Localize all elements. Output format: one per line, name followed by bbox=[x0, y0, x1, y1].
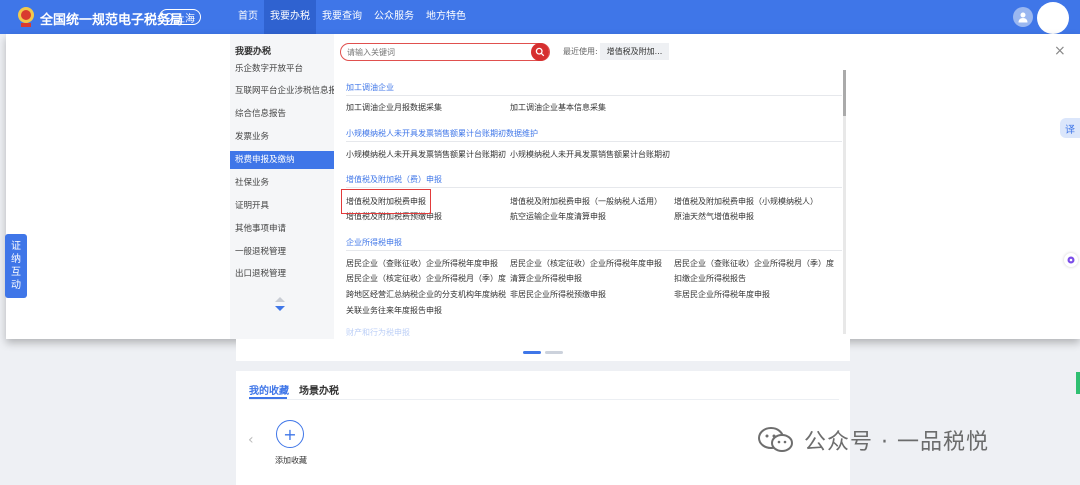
sidebar-item-export-refund[interactable]: 出口退税管理 bbox=[230, 265, 334, 283]
wechat-watermark: 公众号 · 一品税悦 bbox=[756, 424, 989, 456]
nav-home[interactable]: 首页 bbox=[232, 0, 264, 34]
tax-emblem-logo bbox=[18, 7, 34, 27]
menu-link-cit-audit-monthly[interactable]: 居民企业（查账征收）企业所得税月（季）度... bbox=[674, 258, 834, 269]
category-title-vat-surcharge: 增值税及附加税（费）申报 bbox=[346, 175, 442, 184]
side-tab-char: 纳 bbox=[11, 254, 21, 265]
region-selector[interactable]: 上海 bbox=[159, 9, 201, 25]
menu-link-cross-region-branch[interactable]: 跨地区经营汇总纳税企业的分支机构年度纳税... bbox=[346, 289, 506, 300]
sidebar-item-internet-platform-report[interactable]: 互联网平台企业涉税信息报送 bbox=[230, 82, 334, 100]
menu-search-input[interactable] bbox=[347, 44, 527, 60]
menu-link-small-ledger-2[interactable]: 小规模纳税人未开具发票销售额累计台账期初... bbox=[510, 149, 670, 160]
recent-used-chip[interactable]: 增值税及附加... bbox=[600, 43, 669, 60]
menu-link-oil-monthly-data[interactable]: 加工调油企业月报数据采集 bbox=[346, 102, 506, 113]
chevron-left-icon[interactable]: ‹ bbox=[248, 432, 254, 448]
sidebar-item-tax-filing[interactable]: 税费申报及缴纳 bbox=[230, 151, 334, 169]
category-title-property-tax: 财产和行为税申报 bbox=[346, 328, 410, 337]
menu-scrollbar[interactable] bbox=[843, 70, 846, 334]
menu-link-cit-assessed-annual[interactable]: 居民企业（核定征收）企业所得税年度申报 bbox=[510, 258, 670, 269]
menu-link-airline-settlement[interactable]: 航空运输企业年度清算申报 bbox=[510, 211, 670, 222]
category-divider bbox=[346, 95, 842, 96]
menu-link-related-party-report[interactable]: 关联业务往来年度报告申报 bbox=[346, 305, 506, 316]
banner-card bbox=[236, 339, 850, 361]
category-title-corporate-income-tax: 企业所得税申报 bbox=[346, 238, 402, 247]
category-divider bbox=[346, 187, 842, 188]
user-avatar-icon[interactable] bbox=[1013, 7, 1033, 27]
search-icon bbox=[535, 47, 545, 57]
translate-float-button[interactable]: 译 bbox=[1060, 118, 1080, 138]
menu-link-small-ledger-1[interactable]: 小规模纳税人未开具发票销售额累计台账期初... bbox=[346, 149, 506, 160]
add-favorite-button[interactable]: + bbox=[276, 420, 304, 448]
location-pin-icon bbox=[165, 12, 173, 22]
nav-handle-tax[interactable]: 我要办税 bbox=[264, 0, 316, 34]
sidebar-item-leqi-platform[interactable]: 乐企数字开放平台 bbox=[230, 60, 334, 78]
sidebar-item-social-security[interactable]: 社保业务 bbox=[230, 174, 334, 192]
sidebar-item-info-report[interactable]: 综合信息报告 bbox=[230, 105, 334, 123]
category-title-processing-oil: 加工调油企业 bbox=[346, 83, 394, 92]
watermark-text: 公众号 · 一品税悦 bbox=[804, 430, 989, 455]
side-tab-char: 动 bbox=[11, 280, 21, 291]
scroll-arrows-icon[interactable] bbox=[274, 296, 286, 312]
highlight-box bbox=[341, 189, 431, 214]
translate-label: 译 bbox=[1065, 124, 1075, 136]
user-profile-avatar[interactable] bbox=[1037, 2, 1069, 34]
feedback-float-tab[interactable] bbox=[1076, 372, 1080, 394]
add-favorite-label: 添加收藏 bbox=[275, 456, 307, 465]
interaction-side-tab[interactable]: 证 纳 互 动 bbox=[5, 234, 27, 298]
menu-link-cit-assessed-monthly[interactable]: 居民企业（核定征收）企业所得税月（季）度... bbox=[346, 273, 506, 284]
menu-search-box bbox=[340, 43, 550, 61]
sidebar-item-certificate[interactable]: 证明开具 bbox=[230, 197, 334, 215]
menu-link-nonresident-prepaid[interactable]: 非居民企业所得税预缴申报 bbox=[510, 289, 670, 300]
nav-query[interactable]: 我要查询 bbox=[316, 0, 368, 34]
category-title-small-taxpayer-ledger: 小规模纳税人未开具发票销售额累计台账期初数据维护 bbox=[346, 129, 538, 138]
carousel-dot-active[interactable] bbox=[523, 351, 541, 354]
tab-scenario-tax[interactable]: 场景办税 bbox=[299, 382, 339, 397]
menu-link-cit-audit-annual[interactable]: 居民企业（查账征收）企业所得税年度申报 bbox=[346, 258, 506, 269]
nav-local-features[interactable]: 地方特色 bbox=[420, 0, 472, 34]
favorites-divider bbox=[249, 399, 839, 400]
menu-link-withholding-cit[interactable]: 扣缴企业所得税报告 bbox=[674, 273, 834, 284]
carousel-dot[interactable] bbox=[545, 351, 563, 354]
menu-link-nonresident-annual[interactable]: 非居民企业所得税年度申报 bbox=[674, 289, 834, 300]
close-icon[interactable]: × bbox=[1054, 43, 1066, 59]
sidebar-item-other-requests[interactable]: 其他事项申请 bbox=[230, 220, 334, 238]
assistant-float-icon[interactable] bbox=[1064, 253, 1078, 267]
menu-link-vat-general-taxpayer[interactable]: 增值税及附加税费申报（一般纳税人适用） bbox=[510, 196, 670, 207]
tab-my-favorites[interactable]: 我的收藏 bbox=[249, 382, 289, 397]
menu-link-oil-basic-info[interactable]: 加工调油企业基本信息采集 bbox=[510, 102, 670, 113]
category-divider bbox=[346, 250, 842, 251]
menu-link-vat-small-taxpayer[interactable]: 增值税及附加税费申报（小规模纳税人） bbox=[674, 196, 834, 207]
side-tab-char: 证 bbox=[11, 241, 21, 252]
side-tab-char: 互 bbox=[11, 267, 21, 278]
sidebar-title: 我要办税 bbox=[235, 47, 272, 57]
carousel-dots[interactable] bbox=[523, 351, 563, 354]
sidebar-item-general-refund[interactable]: 一般退税管理 bbox=[230, 243, 334, 261]
region-label: 上海 bbox=[175, 13, 195, 25]
plus-icon: + bbox=[283, 424, 297, 444]
category-divider bbox=[346, 141, 842, 142]
search-button[interactable] bbox=[531, 43, 549, 61]
menu-link-crude-oil-gas-vat[interactable]: 原油天然气增值税申报 bbox=[674, 211, 834, 222]
scrollbar-thumb[interactable] bbox=[843, 70, 846, 116]
wechat-icon bbox=[758, 427, 793, 452]
nav-public-service[interactable]: 公众服务 bbox=[368, 0, 420, 34]
sidebar-item-invoice[interactable]: 发票业务 bbox=[230, 128, 334, 146]
top-navigation-bar: 全国统一规范电子税务局 上海 首页 我要办税 我要查询 公众服务 地方特色 bbox=[0, 0, 1080, 34]
recent-used-label: 最近使用: bbox=[563, 47, 598, 56]
menu-link-liquidation-cit[interactable]: 清算企业所得税申报 bbox=[510, 273, 670, 284]
main-nav: 首页 我要办税 我要查询 公众服务 地方特色 bbox=[232, 0, 472, 34]
